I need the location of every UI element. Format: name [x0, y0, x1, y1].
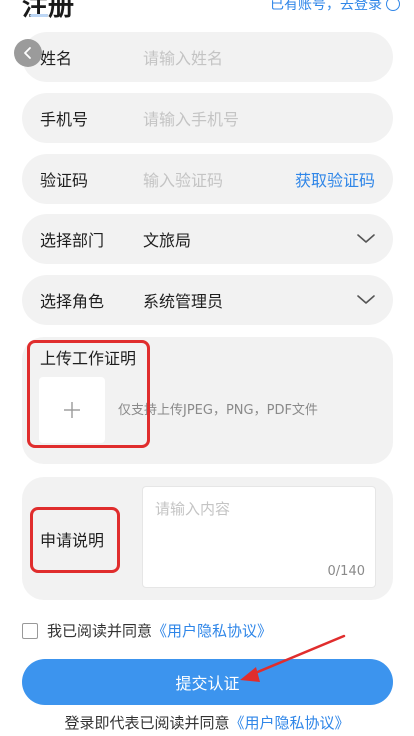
submit-label: 提交认证 — [175, 674, 240, 693]
role-value: 系统管理员 — [143, 292, 224, 311]
description-placeholder: 请输入内容 — [155, 500, 231, 518]
footer-note: 登录即代表已阅读并同意《用户隐私协议》 — [0, 712, 414, 733]
title-underline — [30, 14, 48, 17]
phone-field[interactable]: 手机号 请输入手机号 — [22, 93, 393, 143]
back-arrow-icon — [24, 47, 31, 59]
submit-button[interactable]: 提交认证 — [22, 659, 393, 705]
get-code-button[interactable]: 获取验证码 — [295, 167, 375, 191]
agreement-checkbox[interactable] — [22, 622, 38, 639]
login-link-text: 已有账号，去登录 — [270, 0, 382, 13]
login-link[interactable]: 已有账号，去登录 — [270, 0, 400, 14]
back-button[interactable] — [14, 39, 42, 67]
chevron-down-icon — [357, 295, 375, 304]
phone-label: 手机号 — [40, 110, 89, 129]
code-label: 验证码 — [40, 171, 89, 190]
description-textarea[interactable]: 请输入内容 0/140 — [142, 486, 376, 588]
department-select[interactable]: 选择部门 文旅局 — [22, 214, 393, 264]
department-value: 文旅局 — [143, 231, 192, 250]
annotation-box-description — [30, 507, 120, 573]
phone-input[interactable]: 请输入手机号 — [143, 106, 375, 130]
footer-privacy-link[interactable]: 《用户隐私协议》 — [230, 714, 350, 732]
chevron-down-icon — [357, 234, 375, 243]
agreement-row[interactable]: 我已阅读并同意 《用户隐私协议》 — [22, 620, 272, 641]
privacy-link[interactable]: 《用户隐私协议》 — [152, 620, 272, 641]
code-field[interactable]: 验证码 输入验证码 获取验证码 — [22, 154, 393, 204]
agreement-text: 我已阅读并同意 — [47, 622, 153, 640]
code-input[interactable]: 输入验证码 — [143, 167, 295, 191]
name-input[interactable]: 请输入姓名 — [143, 45, 375, 69]
department-label: 选择部门 — [40, 231, 105, 250]
name-label: 姓名 — [40, 49, 73, 68]
name-field[interactable]: 姓名 请输入姓名 — [22, 32, 393, 82]
role-label: 选择角色 — [40, 292, 105, 311]
role-select[interactable]: 选择角色 系统管理员 — [22, 275, 393, 325]
footer-text: 登录即代表已阅读并同意 — [64, 714, 230, 732]
char-counter: 0/140 — [327, 564, 365, 579]
login-circle-icon — [386, 0, 400, 11]
annotation-box-upload — [27, 340, 150, 448]
page-title: 注册 — [22, 0, 75, 22]
